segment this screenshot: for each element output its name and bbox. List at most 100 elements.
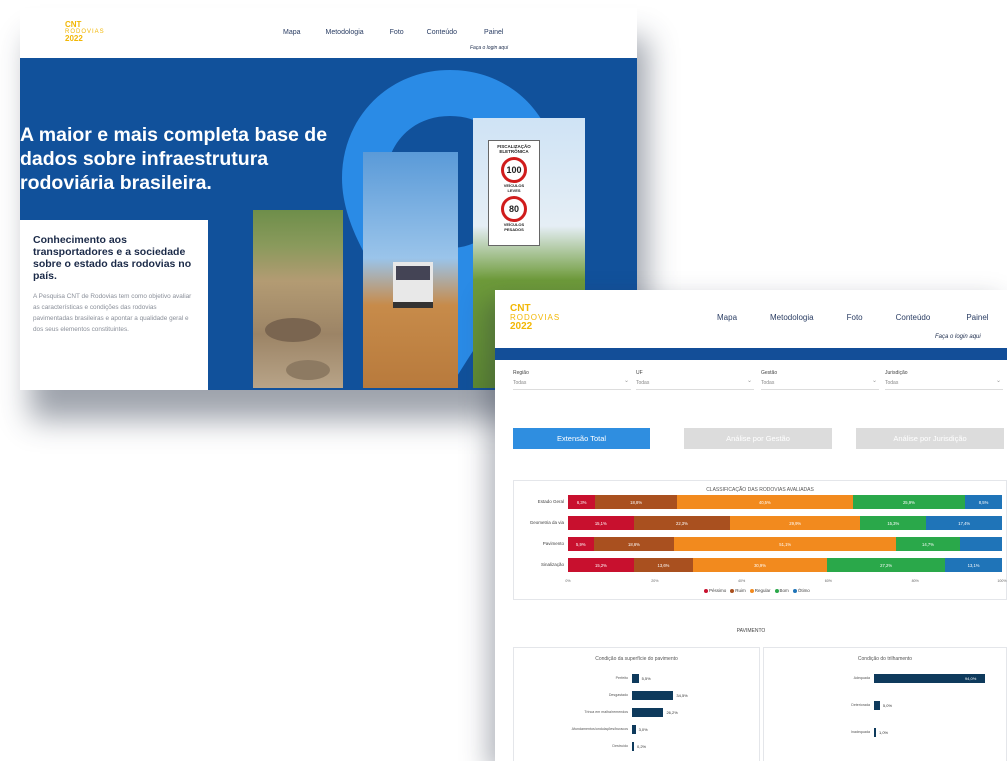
dashboard-window: CNT RODOVIAS 2022 Mapa Metodologia Foto … [495, 290, 1007, 761]
legend-swatch [792, 588, 797, 593]
filter-gestao[interactable]: Gestão Todas [761, 370, 879, 390]
bar-segment[interactable]: 40,5% [676, 495, 853, 509]
x-tick-label: 100% [997, 579, 1007, 583]
bar-segment[interactable]: 27,2% [827, 558, 946, 572]
bar-segment[interactable]: 18,6% [593, 537, 675, 551]
legend-swatch [749, 588, 754, 593]
category-label: Geometria da via [529, 520, 564, 525]
bar-segment[interactable]: 15,3% [860, 516, 927, 530]
menu-conteudo[interactable]: Conteúdo [896, 313, 931, 322]
bar[interactable] [632, 674, 639, 683]
bar-segment[interactable]: 5,9% [568, 537, 594, 551]
bar-value-label: 26,2% [666, 710, 678, 715]
bar-segment[interactable]: 13,6% [633, 558, 693, 572]
rutting-chart-panel: Condição do trilhamento Adequada 94,0% Det… [763, 647, 1007, 761]
bar-segment[interactable]: 8,5% [965, 495, 1002, 509]
bar-segment[interactable]: 30,9% [692, 558, 828, 572]
dashboard-navbar: CNT RODOVIAS 2022 Mapa Metodologia Foto … [495, 290, 1007, 348]
surface-chart-panel: Condição da superfície do pavimento Perf… [513, 647, 760, 761]
bar-segment[interactable]: 25,9% [852, 495, 966, 509]
intro-card: Conhecimento aos transportadores e a soc… [20, 220, 208, 390]
classification-chart-panel: CLASSIFICAÇÃO DAS RODOVIAS AVALIADAS Est… [513, 480, 1007, 600]
menu-painel[interactable]: Painel [484, 29, 503, 36]
tab-extensao-total[interactable]: Extensão Total [513, 428, 650, 449]
cnt-logo[interactable]: CNT RODOVIAS 2022 [65, 21, 105, 43]
pothole-shape [265, 318, 330, 380]
bar-segment[interactable]: 22,3% [633, 516, 731, 530]
bar-segment[interactable] [959, 537, 1002, 551]
bar[interactable] [632, 691, 674, 700]
bar-value-label: 94,0% [964, 676, 977, 681]
filter-bar: Região Todas UF Todas Gestão Todas Juris… [495, 360, 1007, 410]
bar-value-label: 5,0% [882, 703, 893, 708]
legend-item[interactable]: Ruim [730, 588, 746, 593]
menu-painel[interactable]: Painel [966, 313, 988, 322]
bar-segment[interactable]: 15,1% [568, 516, 634, 530]
legend-item[interactable]: Péssimo [704, 588, 726, 593]
legend-swatch [730, 588, 735, 593]
bar-category-label: Afundamentos/ondulações/buracos [571, 727, 628, 731]
bar-category-label: Adequada [853, 676, 870, 680]
x-tick-label: 80% [911, 579, 919, 583]
legend-item[interactable]: Regular [749, 588, 771, 593]
rutting-chart-title: Condição do trilhamento [857, 656, 913, 662]
hero-title: A maior e mais completa base de dados so… [20, 124, 328, 194]
bar-value-label: 34,5% [676, 693, 688, 698]
chart-legend: Péssimo Ruim Regular Bom Ótimo [704, 588, 810, 593]
bar-value-label: 5,5% [641, 676, 651, 681]
chart-title: CLASSIFICAÇÃO DAS RODOVIAS AVALIADAS [706, 487, 814, 493]
bar-category-label: Desgastado [608, 693, 628, 697]
category-label: Estado Geral [537, 499, 564, 504]
bar-value-label: 3,0% [638, 727, 648, 732]
bar[interactable] [632, 725, 636, 734]
legend-item[interactable]: Bom [774, 588, 789, 593]
login-link[interactable]: Faça o login aqui [470, 45, 508, 51]
x-tick-label: 40% [737, 579, 746, 583]
menu-metodologia[interactable]: Metodologia [326, 29, 364, 36]
legend-item[interactable]: Ótimo [792, 588, 810, 593]
filter-jurisdicao[interactable]: Jurisdição Todas [885, 370, 1003, 390]
main-menu: Mapa Metodologia Foto Conteúdo Painel [283, 29, 504, 36]
truck-photo [363, 152, 458, 388]
bar-segment[interactable]: 29,9% [730, 516, 861, 530]
bar[interactable] [632, 708, 664, 717]
bar[interactable] [874, 728, 876, 737]
legend-swatch [774, 588, 779, 593]
filter-uf[interactable]: UF Todas [636, 370, 754, 390]
tab-analise-gestao[interactable]: Análise por Gestão [684, 428, 832, 449]
cnt-logo[interactable]: CNT RODOVIAS 2022 [510, 304, 560, 332]
bar-segment[interactable]: 15,2% [568, 558, 634, 572]
intro-card-title: Conhecimento aos transportadores e a soc… [33, 234, 192, 282]
menu-foto[interactable]: Foto [390, 29, 404, 36]
tab-analise-jurisdicao[interactable]: Análise por Jurisdição [856, 428, 1004, 449]
landing-navbar: CNT RODOVIAS 2022 Mapa Metodologia Foto … [20, 8, 637, 58]
bar-category-label: Trinca em malha/remendos [584, 710, 628, 714]
bar-segment[interactable]: 13,1% [945, 558, 1002, 572]
menu-metodologia[interactable]: Metodologia [770, 313, 814, 322]
x-tick-label: 20% [651, 579, 659, 583]
filter-regiao[interactable]: Região Todas [513, 370, 631, 390]
bar-segment[interactable]: 17,4% [926, 516, 1002, 530]
bar[interactable] [632, 742, 634, 751]
bar[interactable] [874, 701, 880, 710]
category-label: Sinalização [540, 562, 564, 567]
speed-sign: FISCALIZAÇÃO ELETRÔNICA 100 VEÍCULOS LEV… [488, 140, 540, 246]
x-tick-label: 60% [824, 579, 832, 583]
bar-segment[interactable]: 6,3% [568, 495, 596, 509]
bar-segment[interactable]: 18,8% [595, 495, 677, 509]
menu-mapa[interactable]: Mapa [717, 313, 737, 322]
menu-foto[interactable]: Foto [847, 313, 863, 322]
bar-segment[interactable]: 51,1% [674, 537, 897, 551]
login-link[interactable]: Faça o login aqui [935, 334, 981, 340]
bar-category-label: Perfeito [615, 676, 628, 680]
damaged-road-photo [253, 210, 343, 388]
header-band [495, 348, 1007, 360]
bar-value-label: 0,2% [637, 744, 647, 749]
menu-conteudo[interactable]: Conteúdo [427, 29, 457, 36]
bar-category-label: Inadequada [851, 730, 870, 734]
main-menu: Mapa Metodologia Foto Conteúdo Painel [717, 313, 989, 322]
menu-mapa[interactable]: Mapa [283, 29, 301, 36]
bar-value-label: 1,0% [879, 730, 889, 735]
x-tick-label: 0% [565, 579, 571, 583]
bar-segment[interactable]: 14,7% [896, 537, 960, 551]
